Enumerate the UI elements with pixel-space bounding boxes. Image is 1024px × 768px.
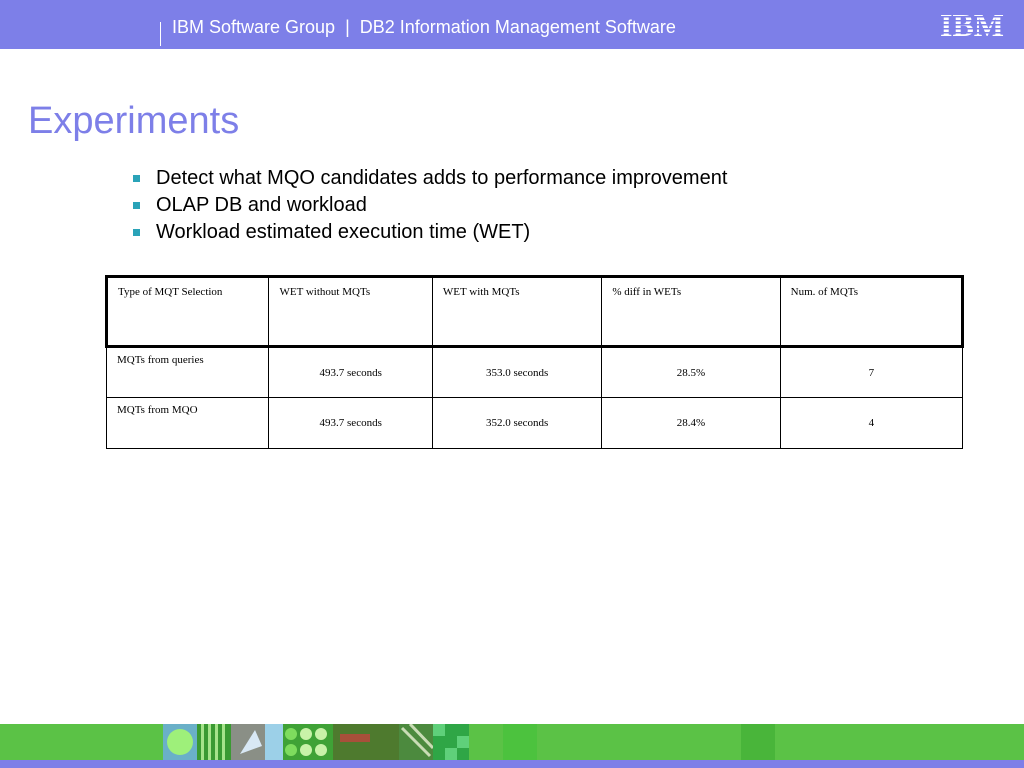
table-cell: 493.7 seconds [268, 397, 433, 449]
table-cell: 7 [779, 346, 964, 398]
bullet-item: OLAP DB and workload [131, 192, 727, 219]
footer-circle [167, 729, 193, 755]
header-title: IBM Software Group | DB2 Information Manag… [172, 17, 676, 38]
results-table: Type of MQT Selection WET without MQTs W… [104, 275, 965, 449]
bullet-text: Workload estimated execution time (WET) [156, 221, 531, 243]
bullet-text: Detect what MQO candidates adds to perfo… [156, 167, 728, 189]
table-cell: 352.0 seconds [431, 397, 603, 449]
table-cell: MQTs from queries [105, 346, 270, 398]
table-header-cell: Num. of MQTs [779, 275, 965, 348]
table-header-cell: % diff in WETs [601, 275, 781, 348]
table-header-cell: WET with MQTs [431, 275, 603, 348]
table-row: MQTs from queries 493.7 seconds 353.0 se… [105, 346, 964, 398]
ibm-logo-text: IBM [940, 9, 1004, 39]
footer-tile [741, 724, 775, 760]
table-header-row: Type of MQT Selection WET without MQTs W… [104, 275, 965, 348]
bullet-item: Workload estimated execution time (WET) [131, 219, 727, 246]
footer-decoration [163, 724, 775, 760]
page-title: Experiments [28, 100, 240, 142]
header-product: DB2 Information Management Software [359, 17, 676, 37]
table-cell: 353.0 seconds [431, 346, 603, 398]
table-header-cell: Type of MQT Selection [104, 275, 270, 348]
footer-tile [503, 724, 537, 760]
header-separator: | [345, 17, 350, 37]
table-cell: MQTs from MQO [105, 397, 270, 449]
header-group: IBM Software Group [172, 17, 336, 37]
table-cell: 493.7 seconds [268, 346, 433, 398]
table-header-cell: WET without MQTs [268, 275, 433, 348]
footer-bottom-bar [0, 760, 1024, 768]
table-row: MQTs from MQO 493.7 seconds 352.0 second… [105, 397, 964, 449]
ibm-logo: IBM [940, 9, 1004, 39]
header-divider [160, 22, 161, 46]
square-bullet-icon [133, 202, 140, 209]
table-cell: 28.5% [601, 346, 781, 398]
table-cell: 4 [779, 397, 964, 449]
bullet-text: OLAP DB and workload [156, 194, 367, 216]
footer-tile [265, 724, 283, 760]
square-bullet-icon [133, 229, 140, 236]
header-bar: IBM Software Group | DB2 Information Manag… [0, 0, 1024, 49]
square-bullet-icon [133, 175, 140, 182]
bullet-item: Detect what MQO candidates adds to perfo… [131, 165, 727, 192]
bullet-list: Detect what MQO candidates adds to perfo… [131, 165, 727, 246]
table-cell: 28.4% [601, 397, 781, 449]
